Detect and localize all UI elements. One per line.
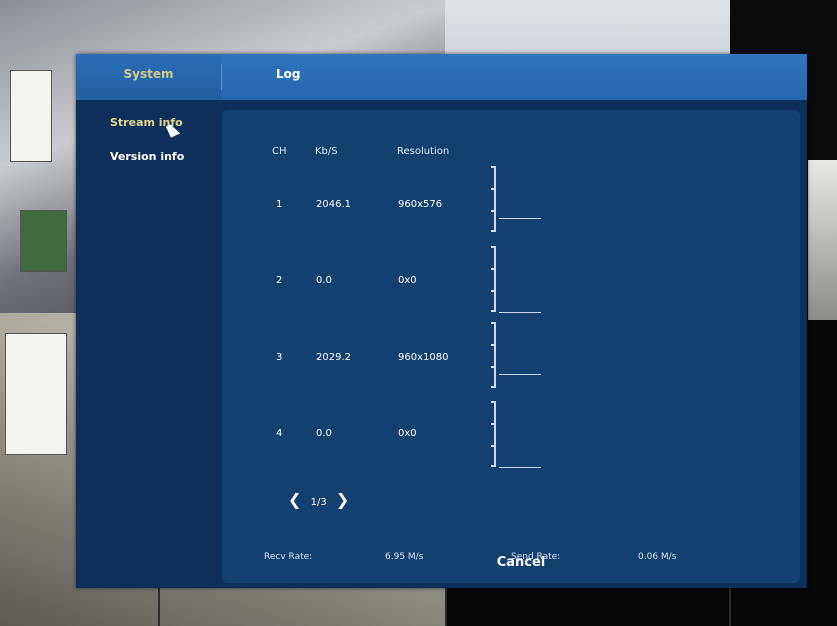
- row-2-ch: 2: [276, 275, 283, 286]
- system-info-dialog: System Log Stream info Version info: [76, 54, 807, 588]
- grid-divider: [729, 588, 731, 626]
- page-indicator: 1/3: [310, 497, 327, 508]
- tab-log[interactable]: Log: [276, 54, 316, 100]
- sidebar-item-version-info[interactable]: Version info: [110, 150, 184, 163]
- send-rate-value: 0.06 M/s: [638, 552, 677, 562]
- row-2-resolution: 0x0: [398, 275, 417, 286]
- grid-divider: [158, 588, 160, 626]
- chevron-right-icon[interactable]: ❯: [330, 490, 355, 509]
- pager: ❮ 1/3 ❯: [282, 490, 355, 509]
- row-1-ch: 1: [276, 199, 283, 210]
- shelf-image: [10, 70, 52, 162]
- column-header-kbs: Kb/S: [315, 146, 338, 157]
- chevron-left-icon[interactable]: ❮: [282, 490, 307, 509]
- recv-rate-label: Recv Rate:: [264, 552, 313, 562]
- bitrate-graph-ch3: [491, 322, 561, 392]
- row-1-kbs: 2046.1: [316, 199, 351, 210]
- row-4-kbs: 0.0: [316, 428, 332, 439]
- column-header-resolution: Resolution: [397, 146, 450, 157]
- row-2-kbs: 0.0: [316, 275, 332, 286]
- bitrate-graph-ch1: [491, 166, 561, 236]
- grid-divider: [445, 588, 447, 626]
- bitrate-graph-ch4: [491, 401, 561, 471]
- tab-system[interactable]: System: [76, 54, 221, 100]
- cancel-button[interactable]: Cancel: [486, 555, 556, 570]
- row-1-resolution: 960x576: [398, 199, 443, 210]
- row-4-resolution: 0x0: [398, 428, 417, 439]
- shelf-image: [5, 333, 67, 455]
- tab-bar: System Log: [76, 54, 807, 100]
- camera-view-edge: [808, 160, 837, 320]
- recv-rate-value: 6.95 M/s: [385, 552, 424, 562]
- shelf-image: [20, 210, 67, 272]
- row-3-kbs: 2029.2: [316, 352, 351, 363]
- bitrate-graph-ch2: [491, 246, 561, 316]
- tab-separator: [221, 64, 222, 90]
- row-4-ch: 4: [276, 428, 283, 439]
- row-3-resolution: 960x1080: [398, 352, 449, 363]
- column-header-ch: CH: [272, 146, 287, 157]
- row-3-ch: 3: [276, 352, 283, 363]
